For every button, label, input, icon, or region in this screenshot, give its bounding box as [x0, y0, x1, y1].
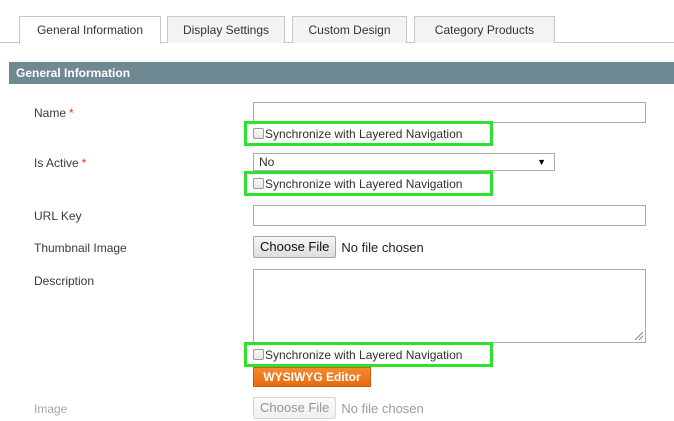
image-file-status: No file chosen	[341, 400, 424, 416]
thumbnail-file-status: No file chosen	[341, 239, 424, 255]
description-label: Description	[34, 274, 95, 288]
resize-grip-icon[interactable]	[635, 332, 643, 340]
sync-name-checkbox[interactable]	[253, 128, 264, 139]
thumbnail-file-picker: Choose File No file chosen	[253, 236, 424, 258]
is-active-select[interactable]: No ▼	[253, 153, 555, 171]
name-input[interactable]	[253, 102, 646, 123]
image-file-picker: Choose File No file chosen	[253, 397, 424, 419]
dropdown-arrow-icon: ▼	[537, 157, 546, 167]
sync-name-box: Synchronize with Layered Navigation	[244, 121, 493, 146]
sync-is-active-box: Synchronize with Layered Navigation	[244, 171, 493, 196]
sync-name-label: Synchronize with Layered Navigation	[265, 126, 463, 141]
wysiwyg-editor-button[interactable]: WYSIWYG Editor	[253, 367, 371, 387]
thumbnail-image-label: Thumbnail Image	[34, 241, 127, 255]
name-label: Name *	[34, 106, 74, 120]
thumbnail-choose-file-button[interactable]: Choose File	[253, 236, 337, 258]
image-choose-file-button[interactable]: Choose File	[253, 397, 337, 419]
tab-custom-design[interactable]: Custom Design	[292, 16, 407, 43]
required-marker: *	[69, 106, 74, 120]
tab-display-settings[interactable]: Display Settings	[167, 16, 285, 43]
section-header: General Information	[9, 62, 674, 84]
sync-is-active-checkbox[interactable]	[253, 178, 264, 189]
sync-description-checkbox[interactable]	[253, 349, 264, 360]
description-textarea[interactable]	[253, 269, 646, 343]
sync-description-label: Synchronize with Layered Navigation	[265, 347, 463, 362]
url-key-label: URL Key	[34, 209, 82, 223]
image-label: Image	[34, 402, 68, 416]
sync-description-box: Synchronize with Layered Navigation	[244, 342, 493, 367]
sync-is-active-label: Synchronize with Layered Navigation	[265, 176, 463, 191]
required-marker: *	[81, 156, 87, 170]
is-active-value: No	[259, 155, 275, 169]
is-active-label: Is Active *	[34, 156, 87, 170]
tab-bar: General Information Display Settings Cus…	[0, 0, 674, 44]
tab-category-products[interactable]: Category Products	[414, 16, 555, 43]
url-key-input[interactable]	[253, 205, 646, 226]
tab-general-information[interactable]: General Information	[19, 16, 161, 44]
